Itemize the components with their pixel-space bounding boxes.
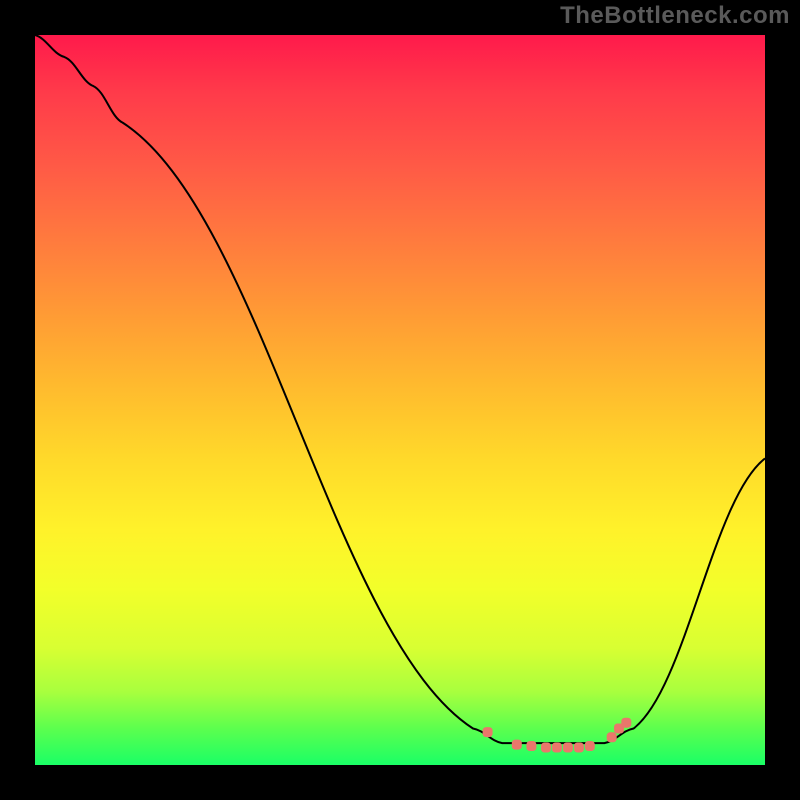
valley-marker: [585, 741, 595, 751]
valley-marker: [552, 743, 562, 753]
valley-marker: [526, 741, 536, 751]
valley-marker: [621, 718, 631, 728]
bottleneck-curve: [35, 35, 765, 743]
watermark-text: TheBottleneck.com: [560, 2, 790, 30]
valley-marker: [563, 743, 573, 753]
valley-marker: [483, 727, 493, 737]
valley-markers: [483, 718, 632, 753]
plot-area: [35, 35, 765, 765]
valley-marker: [512, 740, 522, 750]
valley-marker: [607, 732, 617, 742]
chart-frame: TheBottleneck.com: [0, 0, 800, 800]
valley-marker: [574, 743, 584, 753]
valley-marker: [541, 743, 551, 753]
chart-svg: [35, 35, 765, 765]
